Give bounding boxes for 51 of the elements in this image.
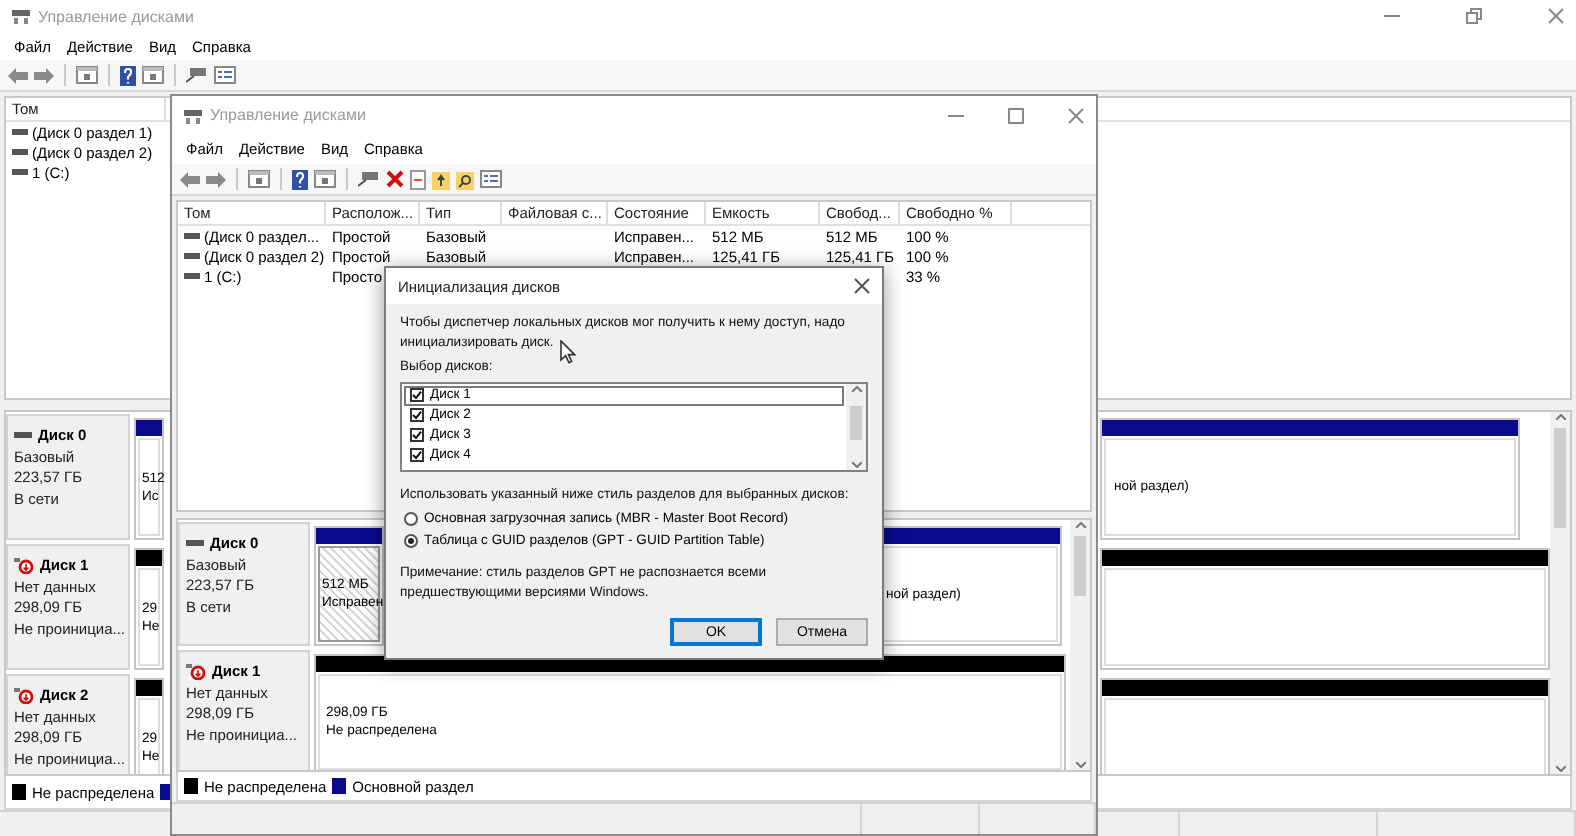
back-arrow-icon[interactable] (180, 171, 200, 187)
partition-block[interactable] (1100, 678, 1550, 774)
radio-button[interactable] (404, 534, 418, 548)
document-icon[interactable] (410, 169, 426, 189)
folder-icon[interactable] (432, 169, 450, 189)
back-arrow-icon[interactable] (8, 67, 28, 83)
disk-error-icon (14, 687, 34, 703)
forward-arrow-icon[interactable] (206, 171, 226, 187)
drive-icon[interactable] (358, 170, 380, 188)
partition-block[interactable] (1100, 548, 1550, 670)
scrollbar-track[interactable] (1070, 520, 1090, 770)
close-icon[interactable] (1068, 107, 1084, 123)
mouse-pointer-icon (560, 340, 576, 364)
pane-icon[interactable] (142, 66, 164, 84)
close-icon[interactable] (1548, 8, 1564, 24)
folder-search-icon[interactable] (456, 169, 474, 189)
properties-icon[interactable] (480, 170, 502, 188)
disk-error-icon (14, 557, 34, 573)
pane-icon[interactable] (248, 170, 270, 188)
scrollbar-track[interactable] (846, 383, 866, 469)
close-icon[interactable] (854, 278, 870, 294)
disk-management-icon (184, 107, 202, 123)
pane-icon[interactable] (314, 170, 336, 188)
restore-icon[interactable] (1466, 8, 1482, 24)
checkbox[interactable] (410, 388, 424, 402)
scroll-down-icon[interactable] (851, 461, 861, 467)
maximize-icon[interactable] (1008, 107, 1024, 123)
scroll-up-icon[interactable] (1555, 414, 1565, 420)
window-title: Управление дисками (38, 7, 194, 25)
properties-icon[interactable] (214, 66, 236, 84)
scrollbar-thumb[interactable] (850, 405, 862, 439)
delete-icon[interactable] (386, 170, 404, 188)
radio-button[interactable] (404, 512, 418, 526)
scrollbar-thumb[interactable] (1074, 536, 1086, 596)
scroll-down-icon[interactable] (1555, 766, 1565, 772)
checkbox[interactable] (410, 428, 424, 442)
help-icon[interactable] (292, 169, 308, 189)
scrollbar-thumb[interactable] (1554, 428, 1566, 528)
disk-error-icon (186, 663, 206, 679)
scroll-up-icon[interactable] (851, 385, 861, 391)
disk-management-icon (12, 8, 30, 24)
checkbox[interactable] (410, 448, 424, 462)
scrollbar-track[interactable] (1550, 412, 1570, 774)
forward-arrow-icon[interactable] (34, 67, 54, 83)
window-title: Управление дисками (210, 106, 366, 124)
pane-icon[interactable] (76, 66, 98, 84)
scroll-up-icon[interactable] (1075, 522, 1085, 528)
drive-icon[interactable] (186, 66, 208, 84)
scroll-down-icon[interactable] (1075, 762, 1085, 768)
help-icon[interactable] (120, 65, 136, 85)
checkbox[interactable] (410, 408, 424, 422)
